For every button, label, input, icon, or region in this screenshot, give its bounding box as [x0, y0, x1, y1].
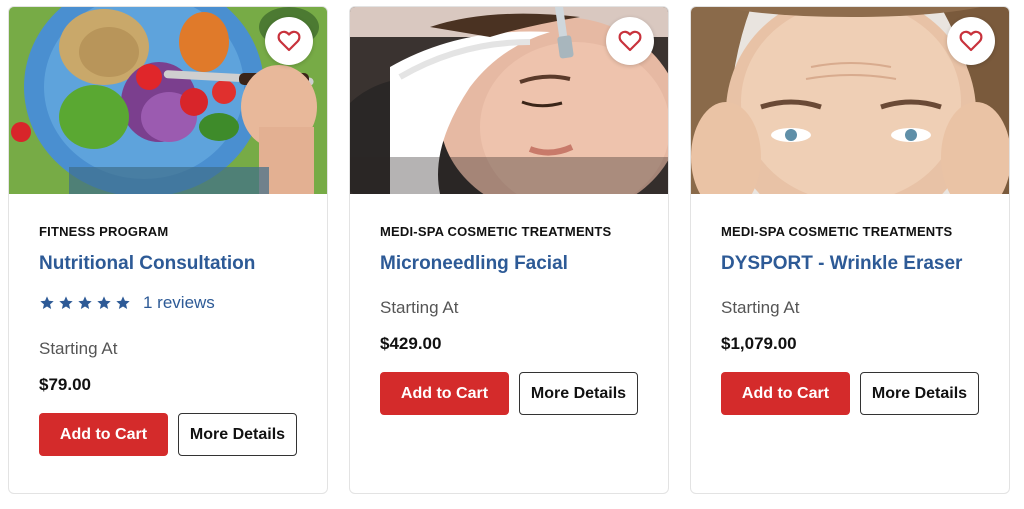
more-details-button[interactable]: More Details [859, 372, 979, 415]
product-category: MEDI-SPA COSMETIC TREATMENTS [721, 224, 953, 239]
starting-at-label: Starting At [380, 298, 459, 317]
product-category: FITNESS PROGRAM [39, 224, 169, 239]
more-details-button[interactable]: More Details [518, 372, 638, 415]
product-grid: FITNESS PROGRAM Nutritional Consultation… [0, 0, 1024, 509]
reviews-link[interactable]: 1 reviews [143, 293, 215, 313]
product-image-microneedling[interactable] [350, 7, 668, 194]
favorite-button[interactable] [947, 17, 995, 65]
product-actions: Add to Cart More Details [380, 372, 638, 415]
product-card: MEDI-SPA COSMETIC TREATMENTS DYSPORT - W… [690, 6, 1010, 494]
add-to-cart-button[interactable]: Add to Cart [380, 372, 509, 415]
add-to-cart-button[interactable]: Add to Cart [39, 413, 168, 456]
product-title-link[interactable]: DYSPORT - Wrinkle Eraser [721, 252, 979, 276]
product-price: $429.00 [380, 334, 442, 353]
product-card: FITNESS PROGRAM Nutritional Consultation… [8, 6, 328, 494]
product-card-body: MEDI-SPA COSMETIC TREATMENTS Microneedli… [350, 224, 668, 415]
product-title-link[interactable]: Microneedling Facial [380, 252, 638, 276]
favorite-button[interactable] [265, 17, 313, 65]
star-icon [116, 296, 130, 309]
add-to-cart-button[interactable]: Add to Cart [721, 372, 850, 415]
product-category: MEDI-SPA COSMETIC TREATMENTS [380, 224, 612, 239]
rating-stars [39, 295, 131, 311]
product-actions: Add to Cart More Details [39, 413, 297, 456]
star-icon [97, 296, 111, 309]
favorite-button[interactable] [606, 17, 654, 65]
product-actions: Add to Cart More Details [721, 372, 979, 415]
product-card-body: MEDI-SPA COSMETIC TREATMENTS DYSPORT - W… [691, 224, 1009, 415]
product-title-link[interactable]: Nutritional Consultation [39, 252, 297, 276]
product-price: $79.00 [39, 375, 91, 394]
product-image-salad[interactable] [9, 7, 327, 194]
heart-icon [618, 30, 642, 52]
starting-at-label: Starting At [721, 298, 800, 317]
star-icon [59, 296, 73, 309]
star-icon [40, 296, 54, 309]
star-icon [78, 296, 92, 309]
product-rating: 1 reviews [39, 293, 297, 313]
product-card-body: FITNESS PROGRAM Nutritional Consultation… [9, 224, 327, 456]
starting-at-label: Starting At [39, 339, 118, 358]
heart-icon [277, 30, 301, 52]
product-image-dysport[interactable] [691, 7, 1009, 194]
heart-icon [959, 30, 983, 52]
product-card: MEDI-SPA COSMETIC TREATMENTS Microneedli… [349, 6, 669, 494]
more-details-button[interactable]: More Details [177, 413, 297, 456]
product-price: $1,079.00 [721, 334, 797, 353]
